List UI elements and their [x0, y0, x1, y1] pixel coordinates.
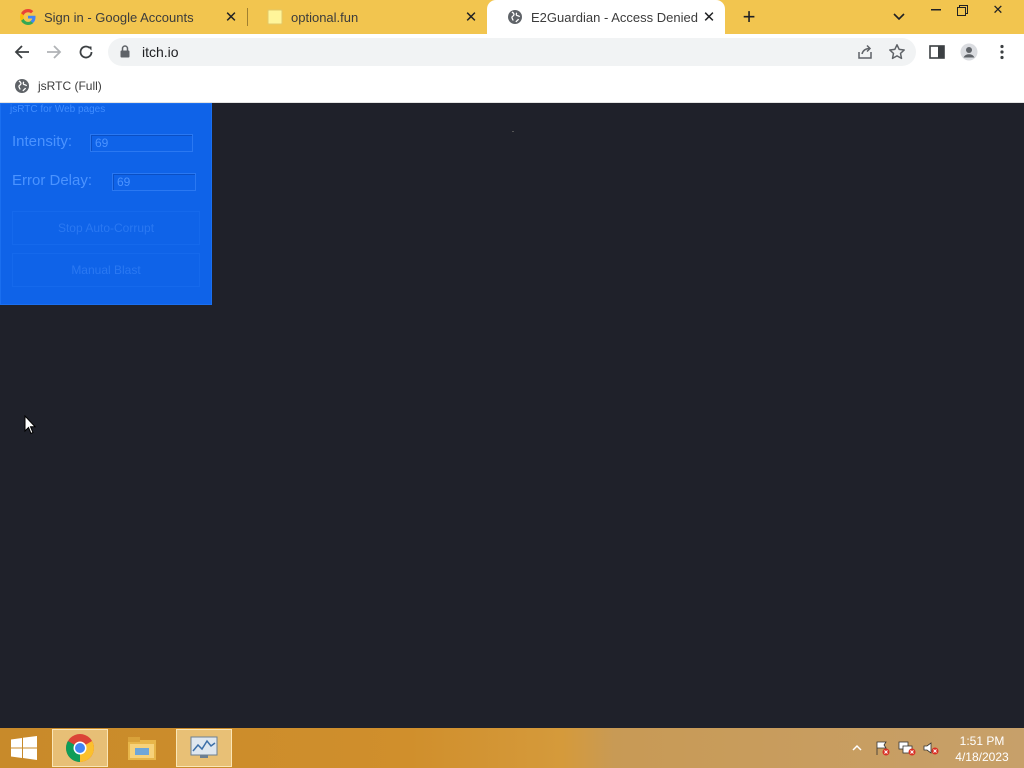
blank-page-icon	[267, 9, 283, 25]
taskbar-file-explorer[interactable]	[114, 729, 170, 767]
tab-optional-fun[interactable]: optional.fun ✕	[247, 0, 487, 34]
reload-icon[interactable]	[72, 38, 100, 66]
windows-taskbar: 1:51 PM 4/18/2023	[0, 728, 1024, 768]
kebab-menu-icon[interactable]	[993, 43, 1011, 61]
resource-monitor-icon	[190, 736, 218, 758]
error-delay-label: Error Delay:	[12, 172, 93, 189]
bookmark-jsrtc[interactable]: jsRTC (Full)	[14, 77, 102, 95]
chrome-icon	[66, 734, 94, 762]
intensity-input[interactable]	[90, 134, 193, 152]
url-text[interactable]: itch.io	[142, 44, 179, 60]
restore-icon[interactable]	[948, 0, 976, 20]
bookmark-label: jsRTC (Full)	[38, 79, 102, 93]
close-tab-icon[interactable]: ✕	[461, 7, 481, 27]
forward-arrow-icon[interactable]	[40, 38, 68, 66]
volume-muted-icon[interactable]	[922, 740, 940, 756]
network-icon[interactable]	[898, 740, 916, 756]
mouse-cursor-icon	[24, 415, 36, 435]
taskbar-chrome[interactable]	[52, 729, 108, 767]
globe-icon	[508, 10, 522, 24]
minimize-icon[interactable]	[922, 0, 950, 20]
lock-icon[interactable]	[120, 45, 130, 58]
tab-strip: Sign in - Google Accounts ✕ optional.fun…	[0, 0, 1024, 34]
error-delay-input[interactable]	[112, 173, 196, 191]
tab-google-accounts[interactable]: Sign in - Google Accounts ✕	[0, 0, 247, 34]
side-panel-icon[interactable]	[928, 43, 946, 61]
bookmark-star-icon[interactable]	[888, 43, 906, 61]
bookmarks-bar: jsRTC (Full)	[0, 70, 1024, 103]
globe-icon	[15, 79, 29, 93]
page-content: jsRTC for Web pages Intensity: Error Del…	[0, 103, 1024, 728]
tab-title: Sign in - Google Accounts	[44, 9, 194, 25]
jsrtc-panel: jsRTC for Web pages Intensity: Error Del…	[0, 103, 212, 305]
system-clock[interactable]: 1:51 PM 4/18/2023	[948, 733, 1016, 765]
windows-start-icon[interactable]	[10, 736, 38, 760]
tab-search-chevron-icon[interactable]	[888, 6, 910, 28]
intensity-label: Intensity:	[12, 133, 73, 150]
show-hidden-icons-chevron-icon[interactable]	[852, 740, 862, 756]
close-tab-icon[interactable]: ✕	[699, 7, 719, 27]
google-g-icon	[20, 9, 36, 25]
profile-avatar-icon[interactable]	[960, 43, 978, 61]
new-tab-button[interactable]: +	[736, 4, 762, 30]
back-arrow-icon[interactable]	[8, 38, 36, 66]
clock-date: 4/18/2023	[955, 750, 1009, 764]
page-speck	[512, 131, 514, 132]
share-icon[interactable]	[856, 43, 874, 61]
action-center-flag-icon[interactable]	[874, 740, 890, 756]
folder-icon	[128, 737, 156, 760]
close-window-icon[interactable]: ✕	[984, 0, 1012, 20]
manual-blast-button[interactable]: Manual Blast	[12, 253, 200, 287]
taskbar-monitor-app[interactable]	[176, 729, 232, 767]
stop-auto-corrupt-button[interactable]: Stop Auto-Corrupt	[12, 211, 200, 245]
address-bar[interactable]: itch.io	[108, 38, 916, 66]
close-tab-icon[interactable]: ✕	[221, 7, 241, 27]
panel-title: jsRTC for Web pages	[10, 104, 106, 115]
tab-e2guardian[interactable]: E2Guardian - Access Denied ✕	[487, 0, 725, 34]
clock-time: 1:51 PM	[959, 734, 1005, 748]
tab-title: E2Guardian - Access Denied	[531, 9, 698, 25]
tab-title: optional.fun	[291, 9, 359, 25]
